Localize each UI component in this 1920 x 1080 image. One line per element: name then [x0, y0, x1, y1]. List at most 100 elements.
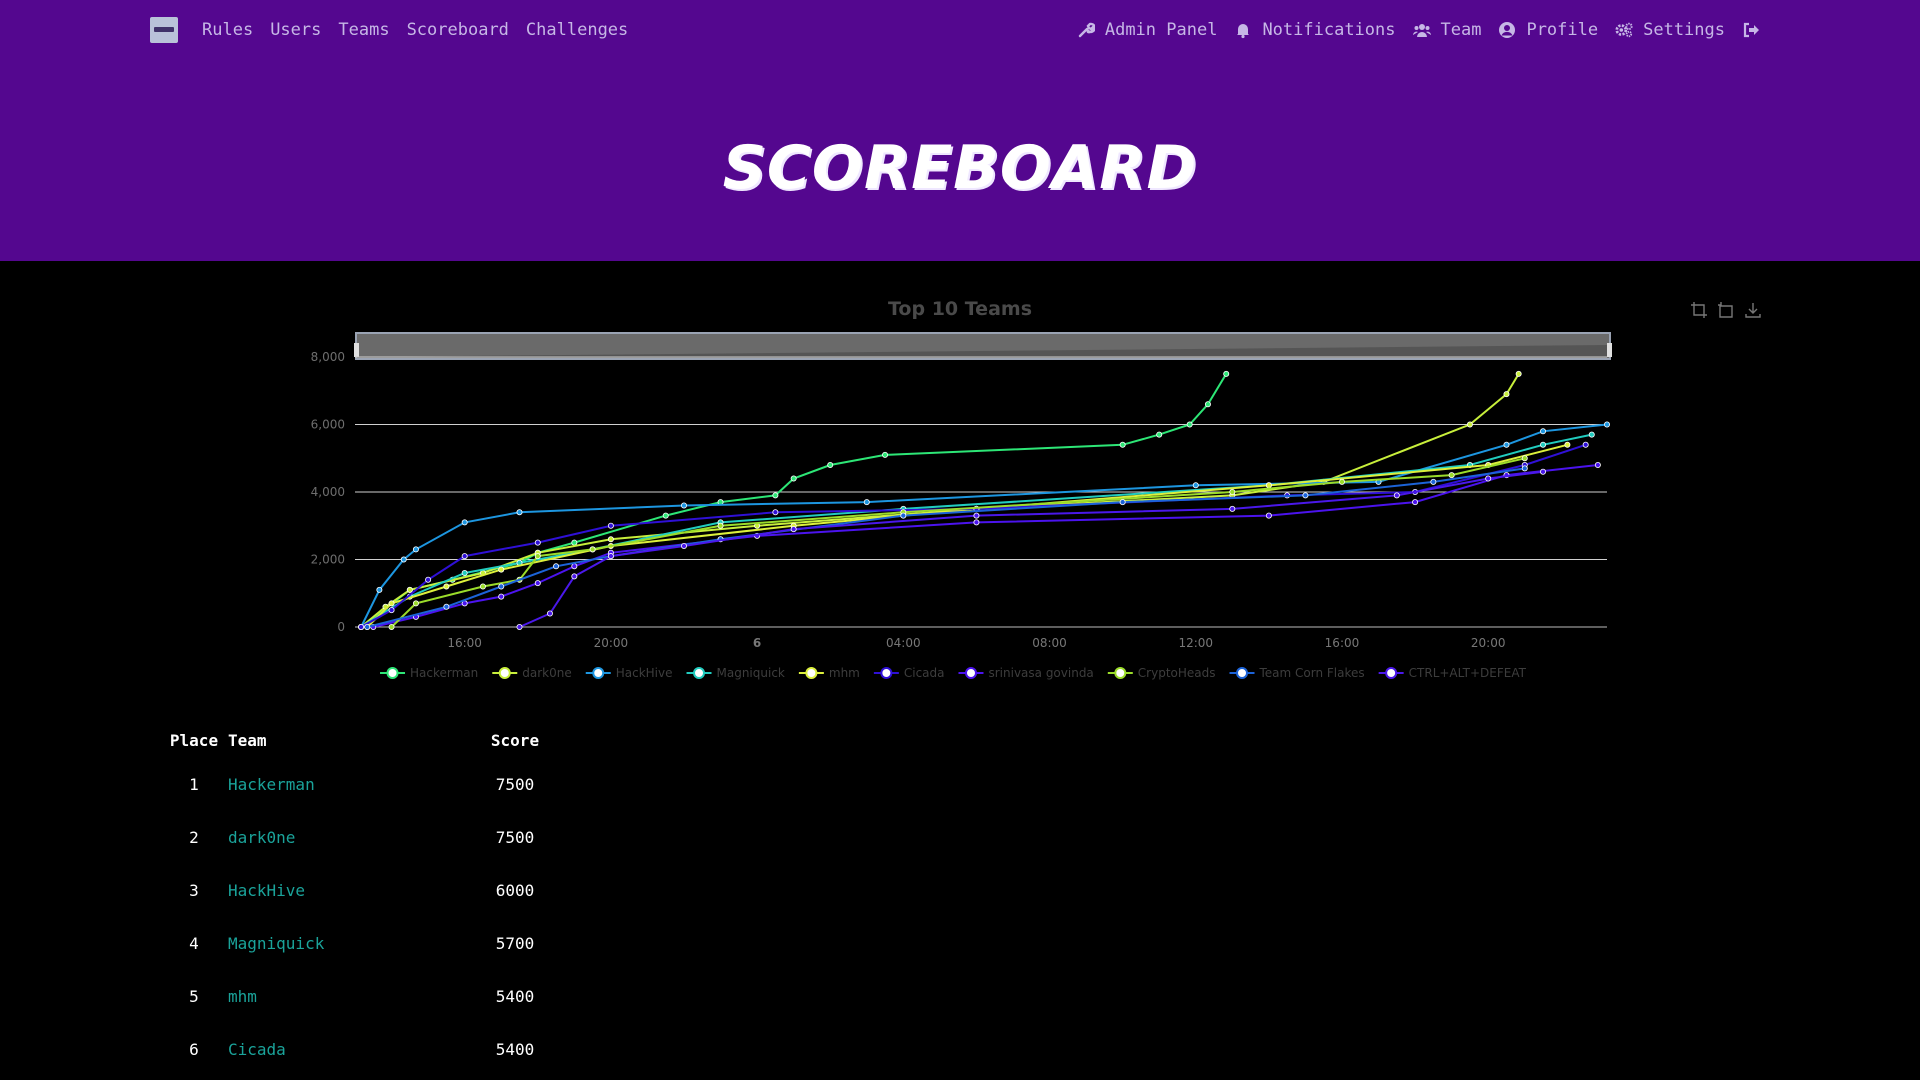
users-icon [1412, 24, 1431, 37]
y-tick-label: 2,000 [311, 553, 345, 567]
nav-notifications[interactable]: Notifications [1234, 20, 1396, 40]
legend-label: srinivasa govinda [988, 666, 1093, 680]
legend-item[interactable]: mhm [798, 666, 860, 680]
nav-challenges[interactable]: Challenges [526, 20, 628, 40]
data-point [364, 623, 371, 630]
legend-item[interactable]: dark0ne [492, 666, 572, 680]
nav-logout[interactable] [1742, 21, 1760, 39]
data-point [461, 519, 468, 526]
data-point [1156, 431, 1163, 438]
data-point [900, 512, 907, 519]
legend-item[interactable]: srinivasa govinda [958, 666, 1094, 680]
data-point [461, 569, 468, 576]
data-point [1540, 468, 1547, 475]
series-line [360, 423, 1608, 628]
data-point [772, 492, 779, 499]
nav-users[interactable]: Users [270, 20, 321, 40]
zoom-handle-left [354, 343, 359, 357]
nav-settings[interactable]: Settings [1615, 20, 1725, 40]
data-point [1412, 499, 1419, 506]
legend-item[interactable]: Cicada [873, 666, 945, 680]
legend-item[interactable]: CTRL+ALT+DEFEAT [1378, 666, 1527, 680]
team-link[interactable]: Magniquick [228, 934, 324, 953]
x-tick-label: 16:00 [447, 636, 482, 650]
nav-scoreboard[interactable]: Scoreboard [407, 20, 509, 40]
data-point [1229, 488, 1236, 495]
data-point [498, 583, 505, 590]
team-link[interactable]: dark0ne [228, 828, 295, 847]
data-point [498, 566, 505, 573]
site-logo[interactable] [150, 17, 178, 43]
team-link[interactable]: HackHive [228, 881, 305, 900]
nav-team[interactable]: Team [1412, 20, 1482, 40]
data-point [1229, 505, 1236, 512]
data-point [388, 607, 395, 614]
legend-label: HackHive [616, 666, 673, 680]
data-point [1302, 492, 1309, 499]
nav-admin-panel-label: Admin Panel [1104, 20, 1218, 40]
table-header-row: Place Team Score [160, 722, 550, 758]
data-point [827, 461, 834, 468]
legend-label: dark0ne [522, 666, 571, 680]
bell-icon [1237, 24, 1250, 39]
place-cell: 4 [189, 934, 199, 953]
cogs-icon [1615, 22, 1633, 38]
data-point [461, 553, 468, 560]
legend-item[interactable]: Hackerman [380, 666, 478, 680]
data-point [973, 519, 980, 526]
data-point [1448, 472, 1455, 479]
data-point [1503, 391, 1510, 398]
team-link[interactable]: mhm [228, 987, 257, 1006]
data-point [882, 451, 889, 458]
score-cell: 7500 [495, 775, 535, 794]
chart-toolbox [1690, 301, 1762, 319]
nav-teams[interactable]: Teams [338, 20, 389, 40]
legend-label: Cicada [904, 666, 945, 680]
team-link[interactable]: Cicada [228, 1040, 286, 1059]
data-point [479, 583, 486, 590]
data-point [571, 573, 578, 580]
sign-out-icon [1743, 22, 1759, 38]
data-point [412, 600, 419, 607]
zoom-icon[interactable] [1690, 301, 1708, 319]
legend-item[interactable]: Team Corn Flakes [1229, 666, 1365, 680]
legend-marker [386, 667, 399, 679]
nav-rules[interactable]: Rules [202, 20, 253, 40]
place-cell: 6 [189, 1040, 199, 1059]
download-icon[interactable] [1744, 301, 1762, 319]
score-cell: 5700 [495, 934, 535, 953]
data-point [534, 553, 541, 560]
legend-marker [592, 667, 605, 679]
legend-item[interactable]: HackHive [585, 666, 673, 680]
legend-marker [498, 667, 511, 679]
data-point [388, 623, 395, 630]
data-point [1521, 455, 1528, 462]
x-tick-label: 04:00 [886, 636, 921, 650]
data-point [1582, 441, 1589, 448]
table-row: 2 dark0ne 7500 [160, 811, 550, 864]
data-point [1265, 512, 1272, 519]
table-row: 1 Hackerman 7500 [160, 758, 550, 811]
x-tick-label: 20:00 [1471, 636, 1506, 650]
table-row: 3 HackHive 6000 [160, 864, 550, 917]
nav-admin-panel[interactable]: Admin Panel [1077, 20, 1218, 40]
score-cell: 5400 [495, 987, 535, 1006]
team-link[interactable]: Hackerman [228, 775, 315, 794]
data-point [1521, 465, 1528, 472]
data-point [571, 563, 578, 570]
y-tick-label: 8,000 [311, 350, 345, 364]
data-point [1515, 370, 1522, 377]
nav-right: Admin Panel Notifications Team Profile S… [1077, 0, 1760, 60]
data-point [863, 499, 870, 506]
nav-profile[interactable]: Profile [1498, 20, 1598, 40]
nav-team-label: Team [1440, 20, 1482, 40]
legend-item[interactable]: Magniquick [686, 666, 785, 680]
legend-label: mhm [829, 666, 860, 680]
data-point [516, 509, 523, 516]
table-row: 4 Magniquick 5700 [160, 917, 550, 970]
data-point [425, 576, 432, 583]
legend-item[interactable]: CryptoHeads [1107, 666, 1216, 680]
x-tick-label: 16:00 [1325, 636, 1360, 650]
data-point [1540, 441, 1547, 448]
zoom-reset-icon[interactable] [1717, 301, 1735, 319]
